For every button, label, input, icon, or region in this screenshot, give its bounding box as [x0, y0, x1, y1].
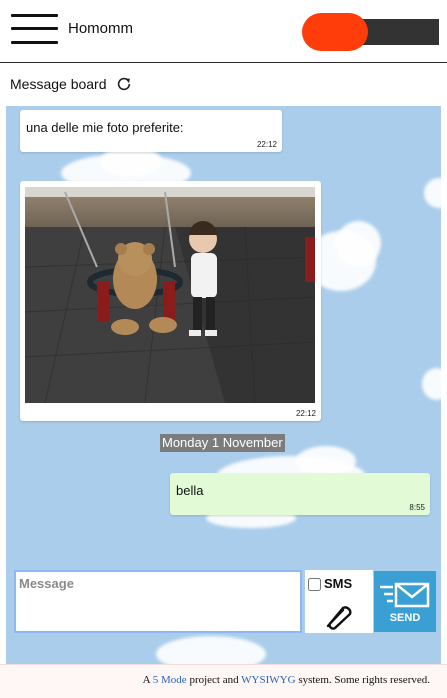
sms-checkbox[interactable]	[308, 578, 321, 591]
page-header: Message board	[0, 64, 447, 106]
message-list[interactable]: una delle mie foto preferite: 22:12 22:1…	[6, 106, 441, 664]
message-bubble-outgoing: bella 8:55	[170, 473, 430, 515]
send-icon	[380, 582, 430, 608]
toggle-knob[interactable]	[302, 13, 368, 51]
message-input[interactable]	[14, 570, 302, 633]
sms-label: SMS	[324, 576, 353, 591]
wysiwyg-link[interactable]: WYSIWYG	[241, 674, 295, 686]
page-title: Message board	[10, 76, 107, 92]
top-bar: Homomm	[0, 0, 447, 63]
footer-middle: project and	[186, 674, 242, 686]
message-text: una delle mie foto preferite:	[26, 120, 184, 135]
send-label: SEND	[389, 612, 421, 624]
message-time: 22:12	[295, 409, 316, 418]
hamburger-menu-icon[interactable]	[11, 14, 58, 44]
cloud-decoration	[422, 368, 441, 400]
message-bubble: una delle mie foto preferite: 22:12	[20, 110, 282, 152]
message-text: bella	[176, 483, 204, 498]
composer-tools: SMS	[305, 570, 373, 633]
send-button[interactable]: SEND	[374, 571, 436, 632]
cloud-decoration	[424, 178, 441, 208]
app-title: Homomm	[68, 20, 134, 37]
playground-photo[interactable]	[25, 187, 315, 403]
date-separator: Monday 1 November	[160, 434, 285, 452]
footer-suffix: system. Some rights reserved.	[295, 674, 430, 686]
refresh-icon[interactable]	[115, 75, 133, 93]
cloud-decoration	[296, 446, 356, 476]
message-time: 22:12	[256, 140, 277, 149]
message-time: 8:55	[409, 503, 425, 512]
footer-prefix: A	[142, 674, 153, 686]
photo-message-bubble: 22:12	[20, 181, 321, 421]
attachment-icon[interactable]	[319, 600, 353, 630]
five-mode-link[interactable]: 5 Mode	[153, 674, 187, 686]
cloud-decoration	[336, 221, 381, 266]
footer-text: A 5 Mode project and WYSIWYG system. Som…	[143, 674, 430, 686]
theme-toggle[interactable]	[302, 13, 439, 51]
cloud-decoration	[156, 636, 266, 664]
footer: A 5 Mode project and WYSIWYG system. Som…	[0, 664, 447, 698]
